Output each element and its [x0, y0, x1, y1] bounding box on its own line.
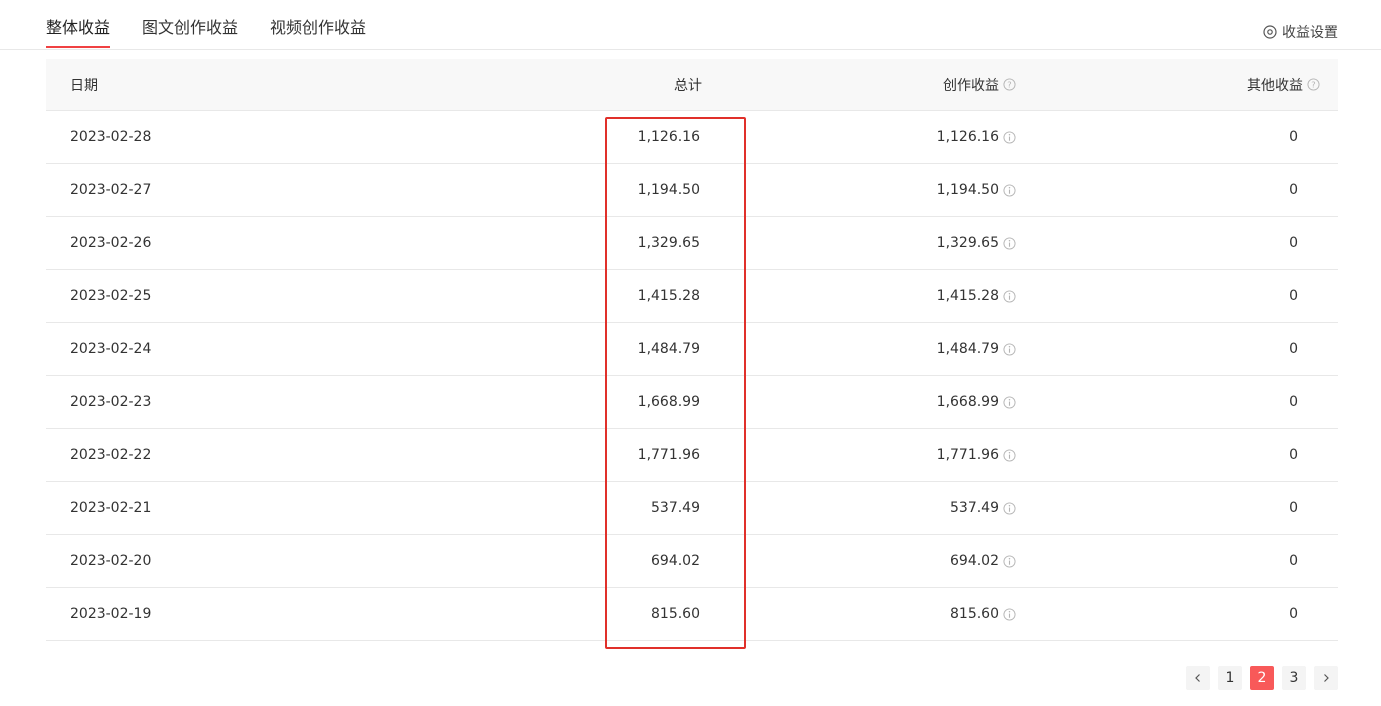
table-body: 2023-02-28 1,126.16 1,126.16 0 2023-02-27 1,1… — [46, 111, 1338, 641]
prev-page-button[interactable] — [1186, 666, 1210, 690]
cell-other-income: 0 — [1289, 235, 1298, 251]
cell-creation-income: 1,194.50 — [937, 164, 1016, 216]
tab-overall-income[interactable]: 整体收益 — [46, 17, 110, 39]
table-row: 2023-02-20 694.02 694.02 0 — [46, 535, 1338, 588]
tab-article-income[interactable]: 图文创作收益 — [142, 17, 238, 39]
info-circle-icon[interactable] — [1003, 342, 1016, 356]
table-row: 2023-02-22 1,771.96 1,771.96 0 — [46, 429, 1338, 482]
cell-date: 2023-02-20 — [70, 553, 152, 569]
table-row: 2023-02-24 1,484.79 1,484.79 0 — [46, 323, 1338, 376]
tab-video-income[interactable]: 视频创作收益 — [270, 17, 366, 39]
info-circle-icon[interactable] — [1003, 183, 1016, 197]
cell-total: 1,194.50 — [637, 182, 700, 198]
next-page-button[interactable] — [1314, 666, 1338, 690]
table-row: 2023-02-28 1,126.16 1,126.16 0 — [46, 111, 1338, 164]
cell-date: 2023-02-26 — [70, 235, 152, 251]
page-button-1[interactable]: 1 — [1218, 666, 1242, 690]
cell-other-income: 0 — [1289, 288, 1298, 304]
cell-date: 2023-02-21 — [70, 500, 152, 516]
cell-date: 2023-02-28 — [70, 129, 152, 145]
cell-total: 537.49 — [651, 500, 700, 516]
cell-other-income: 0 — [1289, 129, 1298, 145]
cell-creation-income: 1,484.79 — [937, 323, 1016, 375]
cell-date: 2023-02-22 — [70, 447, 152, 463]
pagination: 1 2 3 — [1186, 666, 1338, 690]
cell-date: 2023-02-27 — [70, 182, 152, 198]
cell-creation-income: 537.49 — [950, 482, 1016, 534]
table-row: 2023-02-25 1,415.28 1,415.28 0 — [46, 270, 1338, 323]
question-circle-icon[interactable]: ? — [1307, 78, 1320, 91]
cell-date: 2023-02-25 — [70, 288, 152, 304]
income-settings-label: 收益设置 — [1282, 25, 1338, 41]
cell-creation-income: 1,771.96 — [937, 429, 1016, 481]
info-circle-icon[interactable] — [1003, 395, 1016, 409]
settings-gear-icon — [1263, 25, 1277, 39]
info-circle-icon[interactable] — [1003, 554, 1016, 568]
header-date: 日期 — [70, 77, 98, 94]
cell-total: 815.60 — [651, 606, 700, 622]
cell-other-income: 0 — [1289, 182, 1298, 198]
cell-other-income: 0 — [1289, 606, 1298, 622]
cell-date: 2023-02-24 — [70, 341, 152, 357]
page-button-3[interactable]: 3 — [1282, 666, 1306, 690]
cell-creation-income: 1,126.16 — [937, 111, 1016, 163]
header-total: 总计 — [674, 77, 702, 94]
cell-total: 694.02 — [651, 553, 700, 569]
info-circle-icon[interactable] — [1003, 130, 1016, 144]
table-row: 2023-02-19 815.60 815.60 0 — [46, 588, 1338, 641]
cell-total: 1,771.96 — [637, 447, 700, 463]
cell-total: 1,126.16 — [637, 129, 700, 145]
info-circle-icon[interactable] — [1003, 501, 1016, 515]
svg-text:?: ? — [1311, 79, 1315, 89]
table-row: 2023-02-21 537.49 537.49 0 — [46, 482, 1338, 535]
cell-creation-income: 694.02 — [950, 535, 1016, 587]
cell-creation-income: 1,329.65 — [937, 217, 1016, 269]
cell-creation-income: 1,668.99 — [937, 376, 1016, 428]
cell-creation-income: 815.60 — [950, 588, 1016, 640]
table-row: 2023-02-23 1,668.99 1,668.99 0 — [46, 376, 1338, 429]
income-settings-button[interactable]: 收益设置 — [1263, 22, 1338, 42]
page-button-2[interactable]: 2 — [1250, 666, 1274, 690]
cell-date: 2023-02-23 — [70, 394, 152, 410]
table-header: 日期 总计 创作收益 ? 其他收益 ? — [46, 59, 1338, 111]
income-table: 日期 总计 创作收益 ? 其他收益 ? 2023-02-28 1,126.16 1,… — [46, 59, 1338, 641]
cell-total: 1,329.65 — [637, 235, 700, 251]
cell-other-income: 0 — [1289, 553, 1298, 569]
table-row: 2023-02-27 1,194.50 1,194.50 0 — [46, 164, 1338, 217]
cell-other-income: 0 — [1289, 341, 1298, 357]
info-circle-icon[interactable] — [1003, 448, 1016, 462]
chevron-left-icon — [1195, 674, 1200, 682]
cell-other-income: 0 — [1289, 447, 1298, 463]
header-creation-income: 创作收益 ? — [943, 59, 1016, 110]
cell-total: 1,668.99 — [637, 394, 700, 410]
question-circle-icon[interactable]: ? — [1003, 78, 1016, 91]
cell-other-income: 0 — [1289, 500, 1298, 516]
tab-bar: 整体收益 图文创作收益 视频创作收益 收益设置 — [0, 0, 1381, 50]
table-row: 2023-02-26 1,329.65 1,329.65 0 — [46, 217, 1338, 270]
chevron-right-icon — [1324, 674, 1329, 682]
cell-date: 2023-02-19 — [70, 606, 152, 622]
income-page: 整体收益 图文创作收益 视频创作收益 收益设置 日期 总计 创作收益 ? 其他收… — [0, 0, 1381, 706]
header-other-income: 其他收益 ? — [1247, 59, 1320, 110]
svg-text:?: ? — [1007, 79, 1011, 89]
info-circle-icon[interactable] — [1003, 289, 1016, 303]
cell-other-income: 0 — [1289, 394, 1298, 410]
active-tab-indicator — [46, 46, 110, 48]
cell-creation-income: 1,415.28 — [937, 270, 1016, 322]
info-circle-icon[interactable] — [1003, 236, 1016, 250]
cell-total: 1,415.28 — [637, 288, 700, 304]
info-circle-icon[interactable] — [1003, 607, 1016, 621]
cell-total: 1,484.79 — [637, 341, 700, 357]
